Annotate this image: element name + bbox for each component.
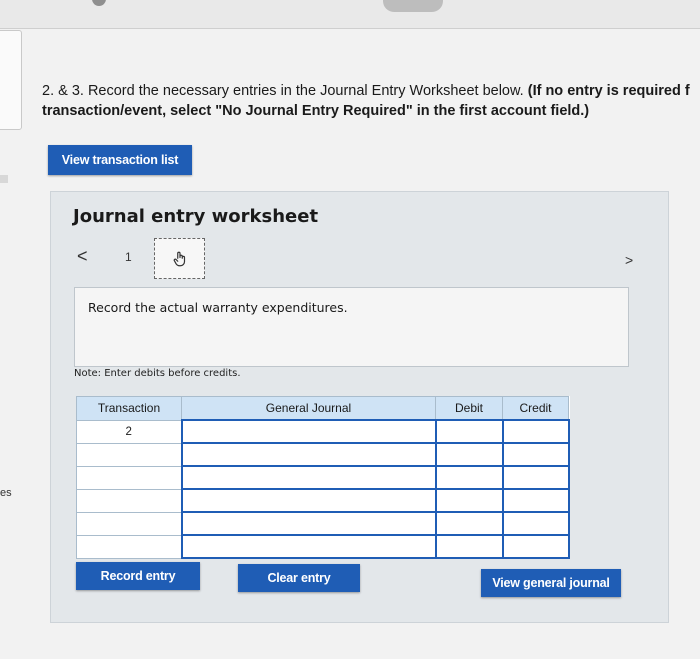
transaction-cell bbox=[76, 442, 182, 467]
hand-pointer-icon bbox=[173, 251, 185, 266]
transaction-cell bbox=[76, 488, 182, 513]
next-entry-button[interactable]: > bbox=[625, 252, 633, 268]
credit-field[interactable] bbox=[501, 511, 570, 536]
left-side-panel bbox=[0, 30, 22, 130]
debit-field[interactable] bbox=[434, 419, 504, 444]
instructions-bold-1: (If no entry is required f bbox=[527, 83, 690, 99]
top-bar bbox=[0, 0, 700, 29]
top-pill-button[interactable] bbox=[383, 0, 443, 12]
entry-tab-1[interactable]: 1 bbox=[125, 250, 132, 264]
header-transaction: Transaction bbox=[76, 396, 182, 421]
view-general-journal-button[interactable]: View general journal bbox=[481, 569, 621, 597]
transaction-cell bbox=[76, 465, 182, 490]
entry-description: Record the actual warranty expenditures. bbox=[88, 300, 348, 315]
debit-field[interactable] bbox=[434, 465, 504, 490]
worksheet-title: Journal entry worksheet bbox=[73, 206, 319, 227]
account-field[interactable] bbox=[180, 419, 437, 444]
table-row bbox=[76, 511, 570, 536]
credit-field[interactable] bbox=[501, 419, 570, 444]
account-field[interactable] bbox=[180, 465, 437, 490]
left-side-marker bbox=[0, 175, 8, 183]
debit-field[interactable] bbox=[434, 511, 504, 536]
account-field[interactable] bbox=[180, 488, 437, 513]
header-credit: Credit bbox=[502, 396, 569, 421]
table-row bbox=[76, 534, 570, 559]
entry-note: Note: Enter debits before credits. bbox=[74, 368, 241, 379]
instructions: 2. & 3. Record the necessary entries in … bbox=[42, 81, 700, 121]
debit-field[interactable] bbox=[434, 442, 504, 467]
clear-entry-button[interactable]: Clear entry bbox=[238, 564, 360, 592]
credit-field[interactable] bbox=[501, 534, 570, 559]
transaction-cell bbox=[76, 534, 182, 559]
credit-field[interactable] bbox=[501, 465, 570, 490]
account-field[interactable] bbox=[180, 534, 437, 559]
instructions-lead: 2. & 3. Record the necessary entries in … bbox=[42, 83, 524, 99]
transaction-cell bbox=[76, 511, 182, 536]
table-row bbox=[76, 442, 570, 467]
transaction-cell: 2 bbox=[76, 419, 182, 444]
debit-field[interactable] bbox=[434, 534, 504, 559]
journal-entry-table: Transaction General Journal Debit Credit… bbox=[76, 396, 570, 559]
entry-description-box: Record the actual warranty expenditures. bbox=[74, 287, 629, 367]
credit-field[interactable] bbox=[501, 442, 570, 467]
debit-field[interactable] bbox=[434, 488, 504, 513]
entry-tab-current[interactable] bbox=[154, 238, 205, 279]
side-label: es bbox=[0, 487, 12, 499]
account-field[interactable] bbox=[180, 442, 437, 467]
table-row bbox=[76, 488, 570, 513]
header-general-journal: General Journal bbox=[181, 396, 436, 421]
view-transaction-list-button[interactable]: View transaction list bbox=[48, 145, 192, 175]
account-field[interactable] bbox=[180, 511, 437, 536]
table-row: 2 bbox=[76, 419, 570, 444]
header-debit: Debit bbox=[435, 396, 503, 421]
credit-field[interactable] bbox=[501, 488, 570, 513]
top-circle-icon bbox=[92, 0, 106, 6]
prev-entry-button[interactable]: < bbox=[77, 246, 88, 267]
instructions-bold-2: transaction/event, select "No Journal En… bbox=[42, 103, 590, 119]
record-entry-button[interactable]: Record entry bbox=[76, 562, 200, 590]
table-row bbox=[76, 465, 570, 490]
journal-entry-worksheet: Journal entry worksheet < 1 > Record the… bbox=[50, 191, 669, 623]
